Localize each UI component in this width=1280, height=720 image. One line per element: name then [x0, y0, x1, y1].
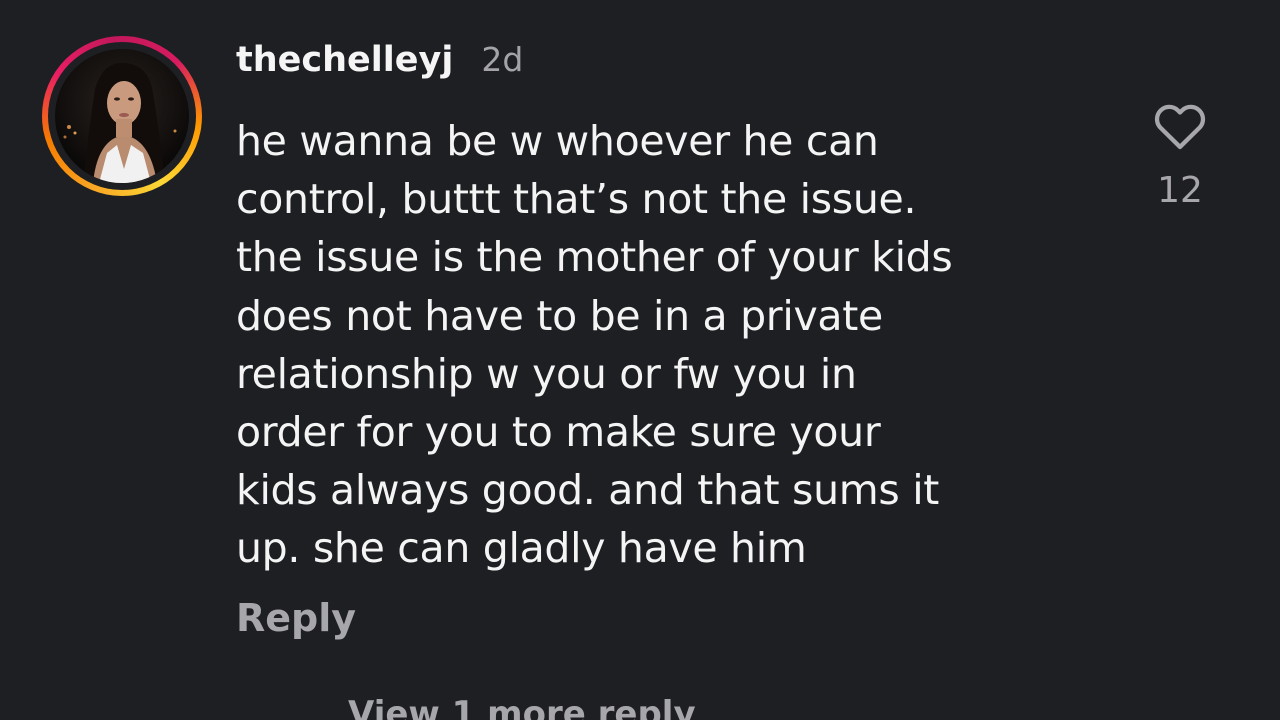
username-link[interactable]: thechelleyj [236, 40, 453, 80]
reply-button[interactable]: Reply [236, 596, 356, 640]
comment-item: thechelleyj 2d he wanna be w whoever he … [0, 0, 1280, 720]
avatar-portrait-image [63, 62, 177, 183]
comment-text: he wanna be w whoever he can control, bu… [236, 117, 953, 573]
like-count: 12 [1157, 170, 1203, 211]
like-button[interactable] [1148, 92, 1212, 156]
comment-header: thechelleyj 2d [236, 40, 523, 96]
heart-outline-icon [1154, 104, 1206, 150]
comment-timestamp: 2d [481, 40, 524, 79]
avatar-story-ring[interactable] [42, 36, 202, 196]
view-more-replies-button[interactable]: View 1 more reply [348, 694, 696, 720]
avatar[interactable] [55, 49, 189, 183]
